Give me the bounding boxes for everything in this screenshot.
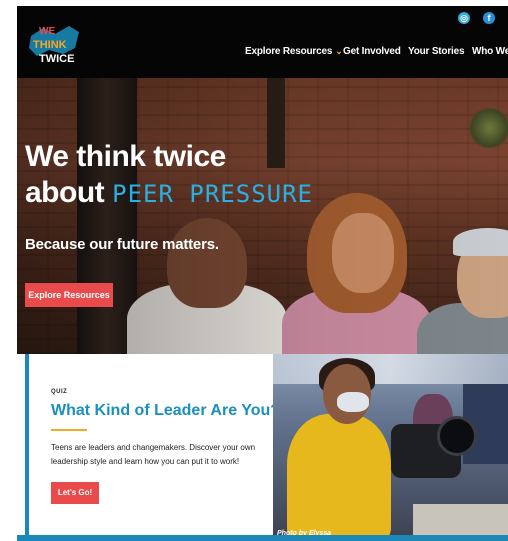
nav-get-involved[interactable]: Get Involved (343, 46, 401, 64)
logo-text-twice: TWICE (39, 53, 74, 65)
hero-headline-prefix: about (25, 176, 105, 209)
quiz-title[interactable]: What Kind of Leader Are You? (51, 402, 280, 420)
nav-who-we[interactable]: Who We... (472, 46, 508, 64)
hero-subtitle: Because our future matters. (25, 236, 219, 253)
photo-ceiling-lights (273, 354, 508, 384)
hero-headline-accent: PEER PRESSURE (112, 180, 313, 208)
we-think-twice-logo[interactable]: WE THINK TWICE (25, 18, 85, 68)
site-header: WE THINK TWICE ◎ f Explore Resources ⌄ Ge… (17, 6, 508, 78)
nav-label: Explore Resources (245, 46, 333, 57)
hero-headline-line2: about PEER PRESSURE (25, 176, 313, 210)
photo-subject-mask (337, 392, 369, 412)
feature-section: QUIZ What Kind of Leader Are You? Teens … (17, 354, 508, 541)
camera-lens (437, 416, 477, 456)
feature-photo: Photo by Elyssa (273, 354, 508, 541)
photo-subject-shirt (287, 414, 391, 541)
instagram-icon[interactable]: ◎ (458, 12, 470, 24)
facebook-icon[interactable]: f (483, 12, 495, 24)
hero-overlay (17, 78, 508, 354)
logo-text-we: WE (39, 26, 55, 37)
page: WE THINK TWICE ◎ f Explore Resources ⌄ Ge… (17, 6, 508, 541)
chevron-down-icon: ⌄ (335, 46, 343, 56)
hero-headline: We think twice (25, 140, 226, 173)
nav-your-stories[interactable]: Your Stories (408, 46, 465, 64)
quiz-description: Teens are leaders and changemakers. Disc… (51, 443, 256, 466)
quiz-card: QUIZ What Kind of Leader Are You? Teens … (25, 354, 281, 541)
explore-resources-button[interactable]: Explore Resources (25, 283, 113, 307)
nav-label: Get Involved (343, 46, 401, 57)
lets-go-button[interactable]: Let's Go! (51, 482, 99, 504)
card-accent-bar (25, 354, 29, 541)
nav-explore-resources[interactable]: Explore Resources ⌄ (245, 46, 343, 64)
logo-text-think: THINK (33, 39, 67, 51)
bottom-accent-bar (17, 535, 508, 541)
nav-label: Who We... (472, 46, 508, 57)
hero-banner: We think twice about PEER PRESSURE Becaus… (17, 78, 508, 354)
nav-label: Your Stories (408, 46, 465, 57)
quiz-eyebrow: QUIZ (51, 389, 68, 395)
title-divider (51, 429, 87, 431)
